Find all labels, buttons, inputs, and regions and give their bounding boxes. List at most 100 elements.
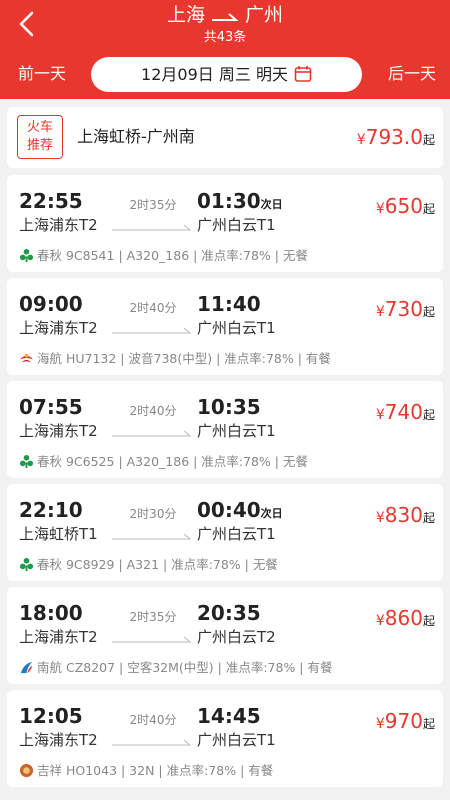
arrival-airport: 广州白云T2 <box>197 628 276 646</box>
route-arrow-icon <box>212 12 239 21</box>
departure-airport: 上海虹桥T1 <box>19 525 98 543</box>
duration-arrow-icon <box>112 327 192 334</box>
price-amount: 860 <box>384 606 423 630</box>
flight-price: ¥970起 <box>376 709 435 733</box>
arrival-airport: 广州白云T1 <box>197 525 276 543</box>
flight-info: 春秋 9C8541 | A320_186 | 准点率:78% | 无餐 <box>19 247 308 265</box>
arrival-time: 00:40次日 <box>197 498 283 522</box>
departure-airport: 上海浦东T2 <box>19 216 98 234</box>
currency-symbol: ¥ <box>375 201 385 217</box>
departure-time: 12:05 <box>19 704 83 728</box>
currency-symbol: ¥ <box>375 716 385 732</box>
price-amount: 793.0 <box>365 125 423 149</box>
flight-price: ¥730起 <box>376 297 435 321</box>
flight-duration: 2时40分 <box>129 301 177 315</box>
flight-info-text: 春秋 9C6525 | A320_186 | 准点率:78% | 无餐 <box>37 454 308 469</box>
departure-airport: 上海浦东T2 <box>19 319 98 337</box>
flight-duration: 2时40分 <box>129 404 177 418</box>
flight-duration: 2时40分 <box>129 713 177 727</box>
departure-time: 18:00 <box>19 601 83 625</box>
next-day-button[interactable]: 后一天 <box>388 64 436 84</box>
departure-time: 07:55 <box>19 395 83 419</box>
price-amount: 650 <box>384 194 423 218</box>
duration-arrow-icon <box>112 533 192 540</box>
price-amount: 740 <box>384 400 423 424</box>
price-suffix: 起 <box>422 717 435 731</box>
flight-card[interactable]: 22:55 2时35分 01:30次日 上海浦东T2 广州白云T1 ¥650起 … <box>7 175 443 272</box>
calendar-icon <box>294 66 312 82</box>
flight-card[interactable]: 09:00 2时40分 11:40 上海浦东T2 广州白云T1 ¥730起 海航… <box>7 278 443 375</box>
flight-duration: 2时35分 <box>129 610 177 624</box>
price-suffix: 起 <box>422 511 435 525</box>
price-amount: 830 <box>384 503 423 527</box>
price-suffix: 起 <box>422 305 435 319</box>
currency-symbol: ¥ <box>375 304 385 320</box>
flight-card[interactable]: 07:55 2时40分 10:35 上海浦东T2 广州白云T1 ¥740起 春秋… <box>7 381 443 478</box>
result-count: 共43条 <box>203 30 247 45</box>
arrival-time: 20:35 <box>197 601 261 625</box>
price-suffix: 起 <box>422 202 435 216</box>
arrival-airport: 广州白云T1 <box>197 319 276 337</box>
airline-logo-icon <box>19 248 34 263</box>
price-suffix: 起 <box>422 614 435 628</box>
flight-card[interactable]: 18:00 2时35分 20:35 上海浦东T2 广州白云T2 ¥860起 南航… <box>7 587 443 684</box>
next-day-tag: 次日 <box>260 198 283 211</box>
departure-time: 22:55 <box>19 189 83 213</box>
price-amount: 730 <box>384 297 423 321</box>
price-suffix: 起 <box>422 408 435 422</box>
duration-arrow-icon <box>112 636 192 643</box>
airline-logo-icon <box>19 454 34 469</box>
price-amount: 970 <box>384 709 423 733</box>
destination-city: 广州 <box>245 4 284 26</box>
date-label: 12月09日 周三 明天 <box>141 65 288 84</box>
flight-card[interactable]: 22:10 2时30分 00:40次日 上海虹桥T1 广州白云T1 ¥830起 … <box>7 484 443 581</box>
flight-info: 南航 CZ8207 | 空客32M(中型) | 准点率:78% | 有餐 <box>19 659 333 677</box>
route-title: 上海 广州 <box>0 3 450 27</box>
train-badge-line2: 推荐 <box>26 138 53 153</box>
arrival-airport: 广州白云T1 <box>197 731 276 749</box>
date-selector[interactable]: 12月09日 周三 明天 <box>91 57 362 92</box>
flight-info: 春秋 9C8929 | A321 | 准点率:78% | 无餐 <box>19 556 278 574</box>
prev-day-button[interactable]: 前一天 <box>18 64 66 84</box>
departure-airport: 上海浦东T2 <box>19 422 98 440</box>
flight-price: ¥830起 <box>376 503 435 527</box>
departure-airport: 上海浦东T2 <box>19 628 98 646</box>
airline-logo-icon <box>19 660 34 675</box>
flight-info: 春秋 9C6525 | A320_186 | 准点率:78% | 无餐 <box>19 453 308 471</box>
flight-duration: 2时30分 <box>129 507 177 521</box>
train-recommendation-card[interactable]: 火车 推荐 上海虹桥-广州南 ¥793.0起 <box>7 107 443 168</box>
currency-symbol: ¥ <box>356 132 366 148</box>
duration-arrow-icon <box>112 739 192 746</box>
flight-price: ¥860起 <box>376 606 435 630</box>
flight-info: 海航 HU7132 | 波音738(中型) | 准点率:78% | 有餐 <box>19 350 331 368</box>
next-day-tag: 次日 <box>260 507 283 520</box>
duration-arrow-icon <box>112 430 192 437</box>
header-bar: 上海 广州 共43条 前一天 12月09日 周三 明天 后一天 <box>0 0 450 99</box>
flight-price: ¥650起 <box>376 194 435 218</box>
flight-price: ¥740起 <box>376 400 435 424</box>
flight-info-text: 南航 CZ8207 | 空客32M(中型) | 准点率:78% | 有餐 <box>37 660 333 675</box>
train-badge: 火车 推荐 <box>17 115 63 159</box>
flight-info-text: 吉祥 HO1043 | 32N | 准点率:78% | 有餐 <box>37 763 274 778</box>
departure-time: 22:10 <box>19 498 83 522</box>
flight-card[interactable]: 12:05 2时40分 14:45 上海浦东T2 广州白云T1 ¥970起 吉祥… <box>7 690 443 787</box>
airline-logo-icon <box>19 763 34 778</box>
arrival-time: 11:40 <box>197 292 261 316</box>
flight-info-text: 海航 HU7132 | 波音738(中型) | 准点率:78% | 有餐 <box>37 351 331 366</box>
flight-info-text: 春秋 9C8929 | A321 | 准点率:78% | 无餐 <box>37 557 278 572</box>
airline-logo-icon <box>19 351 34 366</box>
currency-symbol: ¥ <box>375 613 385 629</box>
train-price: ¥793.0起 <box>357 125 435 149</box>
duration-arrow-icon <box>112 224 192 231</box>
price-suffix: 起 <box>422 133 435 147</box>
train-badge-line1: 火车 <box>26 120 53 135</box>
currency-symbol: ¥ <box>375 407 385 423</box>
flight-info: 吉祥 HO1043 | 32N | 准点率:78% | 有餐 <box>19 762 273 780</box>
airline-logo-icon <box>19 557 34 572</box>
train-route: 上海虹桥-广州南 <box>77 127 195 146</box>
arrival-airport: 广州白云T1 <box>197 216 276 234</box>
flight-info-text: 春秋 9C8541 | A320_186 | 准点率:78% | 无餐 <box>37 248 308 263</box>
flight-duration: 2时35分 <box>129 198 177 212</box>
currency-symbol: ¥ <box>375 510 385 526</box>
departure-time: 09:00 <box>19 292 83 316</box>
